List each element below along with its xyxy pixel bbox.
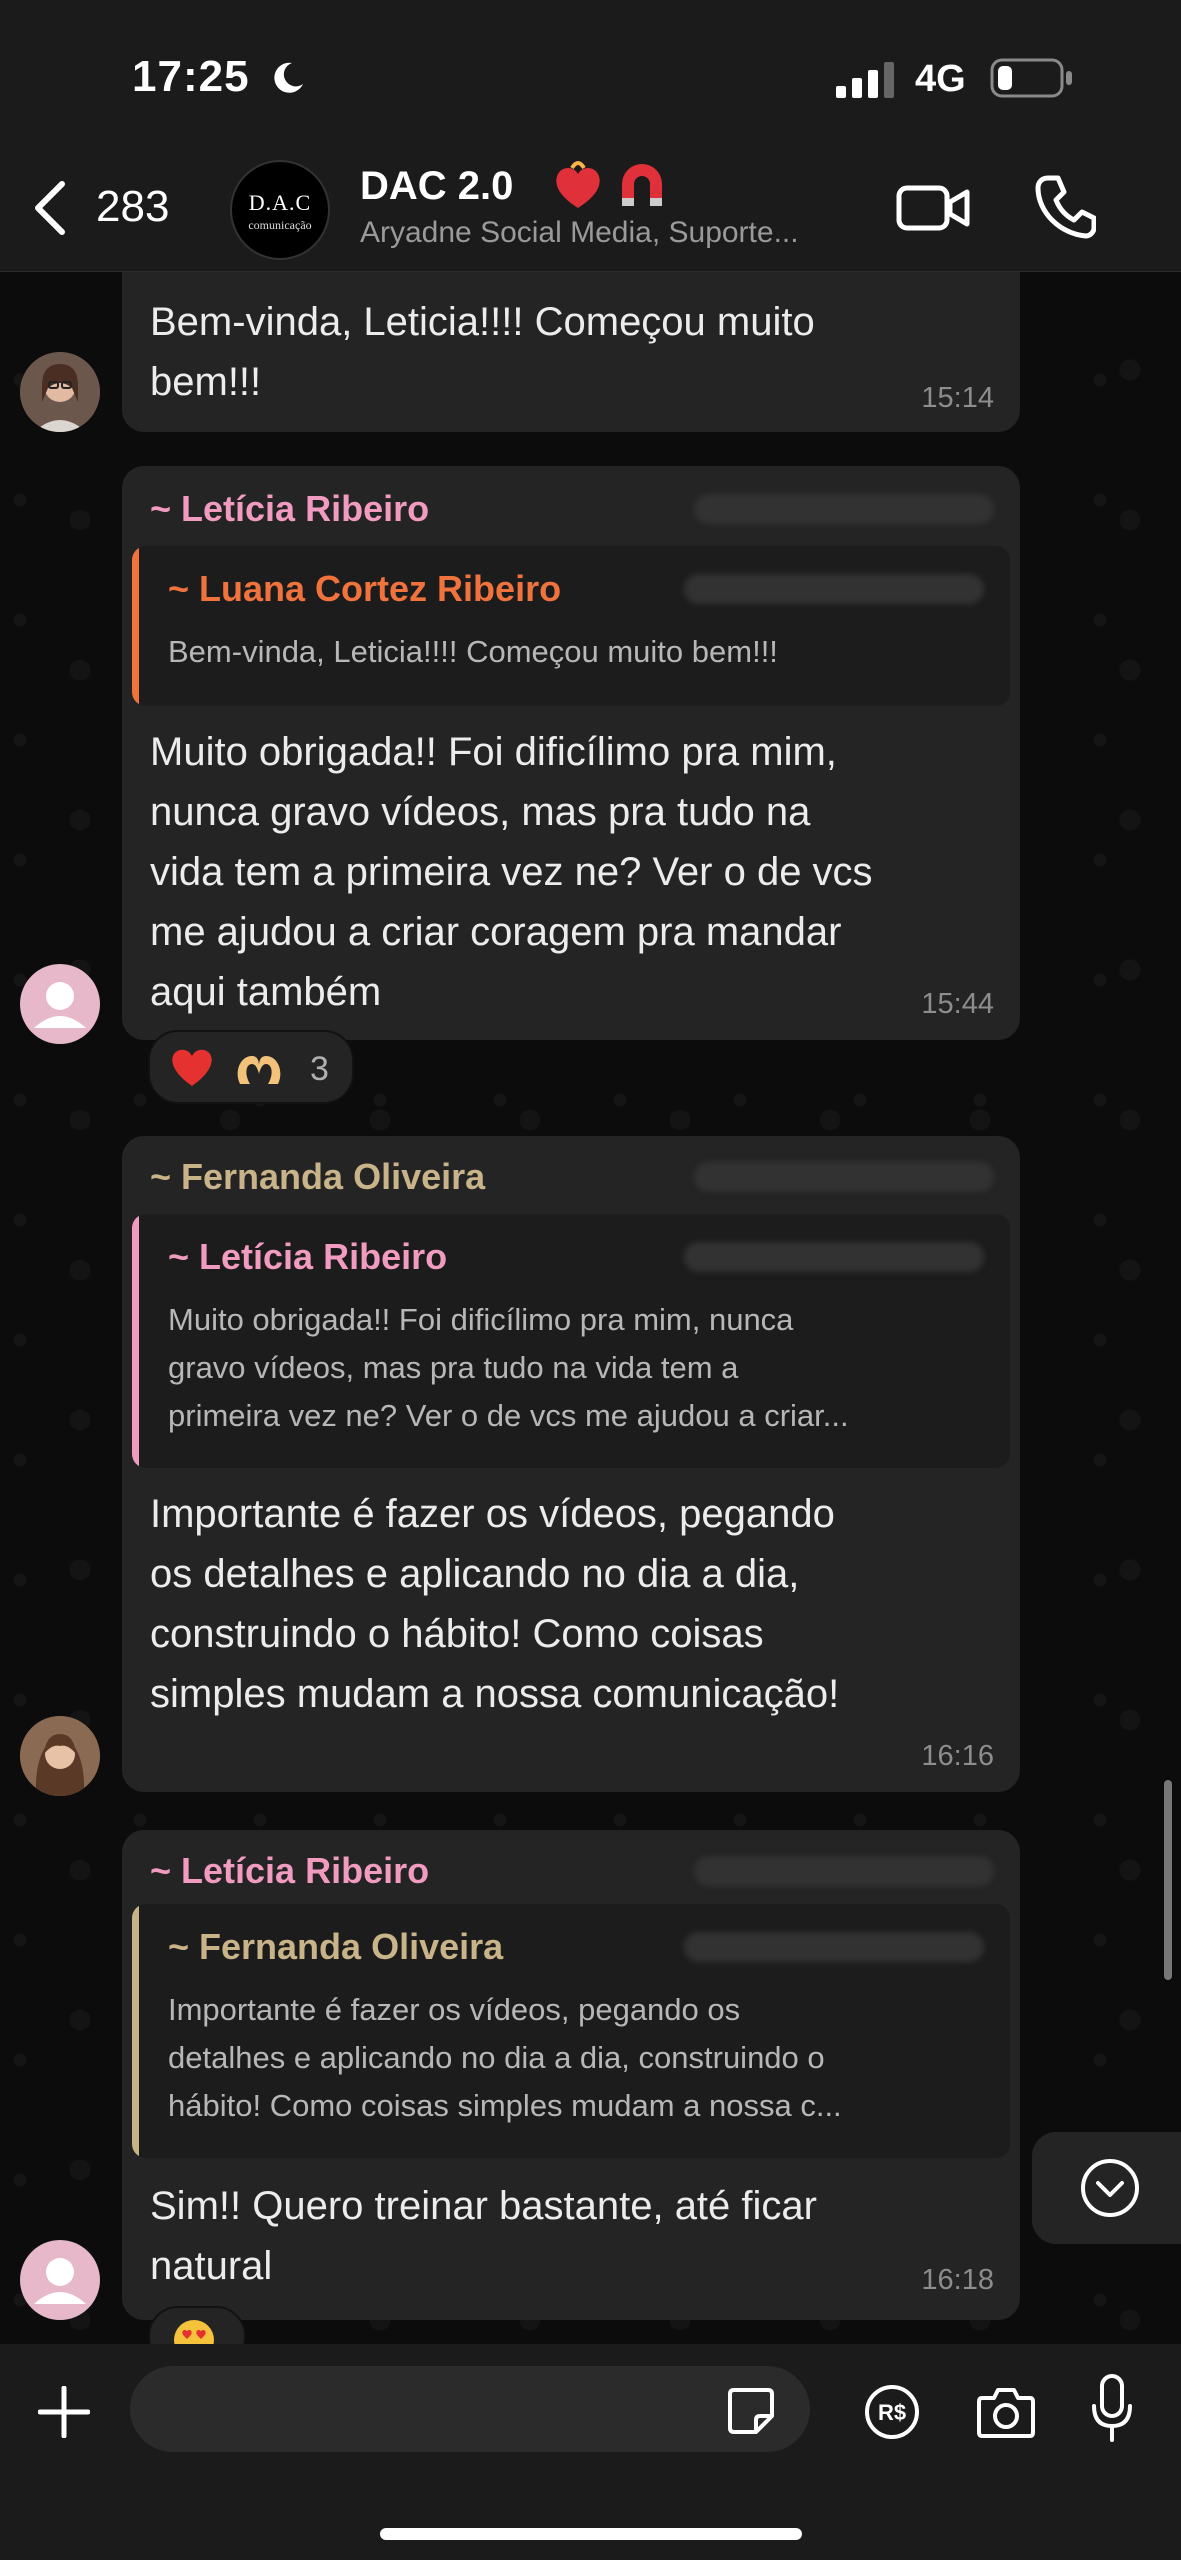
quoted-message[interactable]: ~ Luana Cortez Ribeiro Bem-vinda, Letici…	[132, 546, 1010, 706]
group-avatar[interactable]: D.A.C comunicação	[230, 160, 330, 260]
quoted-sender: ~ Luana Cortez Ribeiro	[168, 568, 562, 609]
network-type: 4G	[915, 58, 966, 100]
hidden-phone-number	[684, 1932, 984, 1962]
phone-call-icon[interactable]	[1034, 174, 1096, 240]
signal-icon	[836, 62, 894, 98]
quoted-message[interactable]: ~ Letícia Ribeiro Muito obrigada!! Foi d…	[132, 1214, 1010, 1468]
quote-bar	[132, 1214, 139, 1468]
scroll-to-bottom-button[interactable]	[1032, 2132, 1181, 2244]
chat-header: 283 D.A.C comunicação DAC 2.0 Aryadne So…	[0, 150, 1181, 272]
message-time: 16:16	[921, 1740, 994, 1772]
message-bubble[interactable]: ~ Fernanda Oliveira ~ Letícia Ribeiro Mu…	[122, 1136, 1020, 1792]
message-reactions[interactable]: 3	[148, 1030, 354, 1104]
default-avatar-icon	[34, 2258, 86, 2304]
quoted-text: Muito obrigada!! Foi dificílimo pra mim,…	[168, 1302, 849, 1433]
avatar-logo-subtext: comunicação	[248, 218, 312, 232]
chevron-left-icon[interactable]	[30, 180, 70, 236]
hidden-phone-number	[684, 1242, 984, 1272]
sticker-icon[interactable]	[726, 2386, 776, 2436]
message-sender: ~ Letícia Ribeiro	[150, 1850, 430, 1891]
sender-avatar[interactable]	[20, 352, 100, 432]
group-subtitle[interactable]: Aryadne Social Media, Suporte...	[360, 216, 880, 250]
microphone-icon[interactable]	[1090, 2374, 1134, 2444]
reaction-count: 3	[310, 1050, 329, 1088]
message-text: Sim!! Quero treinar bastante, até ficar …	[150, 2184, 817, 2288]
unread-count[interactable]: 283	[96, 182, 169, 232]
hidden-phone-number	[684, 574, 984, 604]
message-bubble[interactable]: Bem-vinda, Leticia!!!! Começou muito bem…	[122, 272, 1020, 432]
quote-bar	[132, 546, 139, 706]
message-time: 16:18	[921, 2264, 994, 2296]
message-text: Muito obrigada!! Foi dificílimo pra mim,…	[150, 730, 873, 1014]
scrollbar[interactable]	[1164, 1780, 1172, 1980]
message-text: Bem-vinda, Leticia!!!! Começou muito bem…	[150, 300, 815, 404]
svg-text:R$: R$	[878, 2400, 906, 2425]
plus-icon[interactable]	[38, 2386, 90, 2438]
hidden-phone-number	[694, 494, 994, 524]
avatar-photo-icon	[20, 352, 100, 432]
red-heart-icon	[172, 1049, 212, 1086]
default-avatar-icon	[34, 982, 86, 1028]
message-input[interactable]	[130, 2366, 810, 2452]
quoted-text: Bem-vinda, Leticia!!!! Começou muito bem…	[168, 634, 778, 669]
avatar-photo-icon	[20, 1716, 100, 1796]
payment-icon[interactable]: R$	[864, 2384, 920, 2440]
heart-magnet-emoji-icon	[556, 161, 662, 208]
sender-avatar[interactable]	[20, 964, 100, 1044]
battery-icon	[990, 58, 1072, 98]
heart-hands-icon	[237, 1056, 281, 1084]
quoted-message[interactable]: ~ Fernanda Oliveira Importante é fazer o…	[132, 1904, 1010, 2158]
message-time: 15:14	[921, 382, 994, 414]
quote-bar	[132, 1904, 139, 2158]
camera-icon[interactable]	[976, 2384, 1036, 2440]
status-bar: 17:25 4G	[0, 0, 1181, 150]
message-bubble[interactable]: ~ Letícia Ribeiro ~ Fernanda Oliveira Im…	[122, 1830, 1020, 2320]
moon-icon	[274, 62, 303, 93]
group-title[interactable]: DAC 2.0	[360, 164, 513, 209]
composer-bar: R$	[0, 2344, 1181, 2560]
message-bubble[interactable]: ~ Letícia Ribeiro ~ Luana Cortez Ribeiro…	[122, 466, 1020, 1040]
chevron-down-icon	[1081, 2159, 1139, 2217]
sender-avatar[interactable]	[20, 2240, 100, 2320]
hidden-phone-number	[694, 1162, 994, 1192]
status-time: 17:25	[132, 52, 250, 101]
message-text: Importante é fazer os vídeos, pegando os…	[150, 1492, 840, 1716]
sender-avatar[interactable]	[20, 1716, 100, 1796]
hidden-phone-number	[694, 1856, 994, 1886]
message-sender: ~ Fernanda Oliveira	[150, 1156, 486, 1197]
message-sender: ~ Letícia Ribeiro	[150, 488, 430, 529]
video-call-icon[interactable]	[896, 178, 970, 238]
quoted-sender: ~ Letícia Ribeiro	[168, 1236, 448, 1277]
message-time: 15:44	[921, 988, 994, 1020]
quoted-text: Importante é fazer os vídeos, pegando os…	[168, 1992, 842, 2123]
home-indicator	[380, 2528, 802, 2540]
quoted-sender: ~ Fernanda Oliveira	[168, 1926, 504, 1967]
avatar-logo-text: D.A.C	[248, 190, 312, 215]
